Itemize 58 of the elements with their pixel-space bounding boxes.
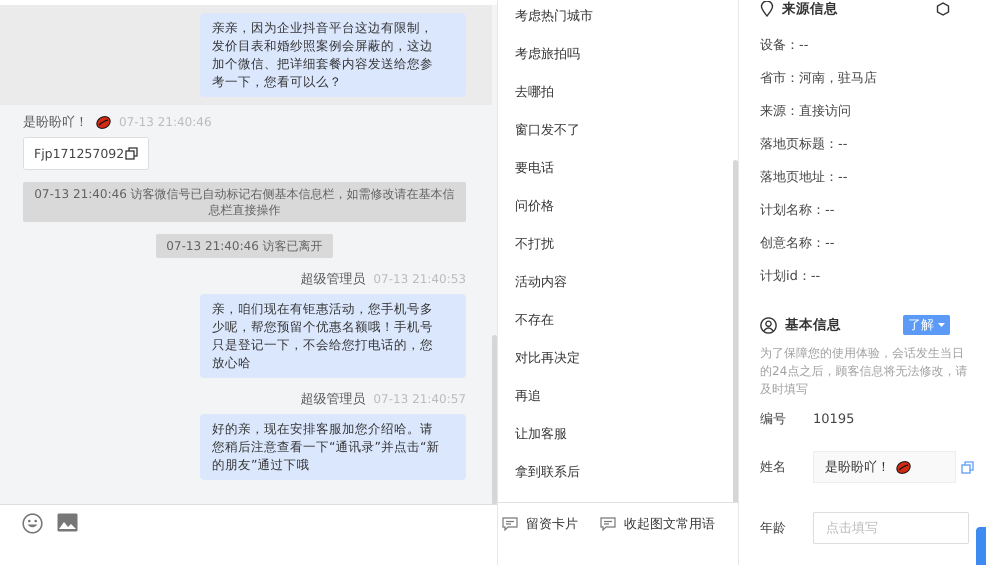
location-pin-icon	[760, 1, 774, 17]
emoji-icon[interactable]	[22, 513, 43, 534]
name-field[interactable]: 是盼盼吖！	[813, 451, 956, 483]
field-label: 年龄	[760, 520, 787, 537]
quick-phrase[interactable]: 让加客服	[498, 416, 733, 454]
user-icon	[760, 316, 777, 334]
scrollbar-thumb[interactable]	[733, 160, 738, 502]
wechat-id: Fjp171257092	[34, 146, 124, 161]
caret-icon	[938, 323, 945, 327]
source-info-line: 落地页标题：--	[760, 136, 848, 152]
source-info-line: 创意名称：--	[760, 234, 834, 252]
field-label: 编号	[760, 411, 787, 428]
source-info-line: 省市：河南，驻马店	[760, 70, 877, 86]
source-info-line: 计划名称：--	[760, 202, 834, 218]
quick-phrase[interactable]: 活动内容	[498, 264, 733, 302]
hexagon-icon[interactable]	[936, 2, 950, 16]
quick-phrase[interactable]: 问价格	[498, 188, 733, 226]
system-notice: 07-13 21:40:46 访客已离开	[156, 234, 333, 258]
message-icon	[502, 517, 518, 531]
section-title: 来源信息	[782, 0, 839, 18]
section-title: 基本信息	[785, 316, 842, 334]
quick-phrase[interactable]: 要电话	[498, 150, 733, 188]
footer-button[interactable]: 留资卡片	[500, 513, 580, 535]
sender-name: 超级管理员	[300, 271, 366, 288]
source-info-line: 来源：直接访问	[760, 102, 851, 120]
message-time: 07-13 21:40:46	[119, 115, 212, 129]
quick-phrase[interactable]: 不存在	[498, 302, 733, 340]
age-field[interactable]: 点击填写	[813, 512, 969, 544]
source-info-line: 落地页地址：--	[760, 168, 848, 186]
source-info-line: 设备：--	[760, 36, 808, 54]
message-icon	[600, 517, 616, 531]
visitor-name: 是盼盼吖！	[23, 114, 88, 131]
quick-phrase[interactable]: 窗口发不了	[498, 112, 733, 150]
field-label: 姓名	[760, 459, 787, 476]
source-info-line: 计划id：--	[760, 268, 820, 284]
quick-phrase[interactable]: 对比再决定	[498, 340, 733, 378]
field-value: 是盼盼吖！	[825, 459, 890, 476]
scrollbar-thumb[interactable]	[492, 335, 497, 504]
quick-phrase[interactable]: 再追	[498, 378, 733, 416]
message-bubble: 亲亲，因为企业抖音平台这边有限制，发价目表和婚纱照案例会屏蔽的，这边加个微信、把详细套餐内容发送给您参考一下，您看可以么？	[200, 13, 466, 97]
message-time: 07-13 21:40:57	[373, 392, 466, 406]
message-time: 07-13 21:40:53	[373, 272, 466, 286]
message-bubble: 好的亲，现在安排客服加您介绍哈。请您稍后注意查看一下“通讯录”并点击“新的朋友”通过下哦	[200, 414, 466, 480]
lips-icon	[96, 116, 111, 128]
quick-phrase[interactable]: 考虑热门城市	[498, 0, 733, 36]
footer-button[interactable]: 收起图文常用语	[598, 513, 717, 535]
sender-name: 超级管理员	[300, 391, 366, 408]
system-notice: 07-13 21:40:46 访客微信号已自动标记右侧基本信息栏，如需修改请在基本信息栏直接操作	[23, 182, 466, 222]
quick-phrase[interactable]: 不打扰	[498, 226, 733, 264]
info-note: 为了保障您的使用体验，会话发生当日的24点之后，顾客信息将无法修改，请及时填写	[760, 345, 968, 398]
image-icon[interactable]	[57, 513, 78, 532]
copy-icon[interactable]	[125, 147, 138, 160]
quick-phrase[interactable]: 考虑旅拍吗	[498, 36, 733, 74]
quick-phrase[interactable]: 去哪拍	[498, 74, 733, 112]
quick-phrase[interactable]: 拿到联系后	[498, 454, 733, 492]
message-bubble: 亲，咱们现在有钜惠活动，您手机号多少呢，帮您预留个优惠名额哦！手机号只是登记一下，不会给您打电话的，您放心哈	[200, 294, 466, 378]
lips-icon	[896, 460, 911, 474]
field-value: 10195	[813, 412, 854, 426]
